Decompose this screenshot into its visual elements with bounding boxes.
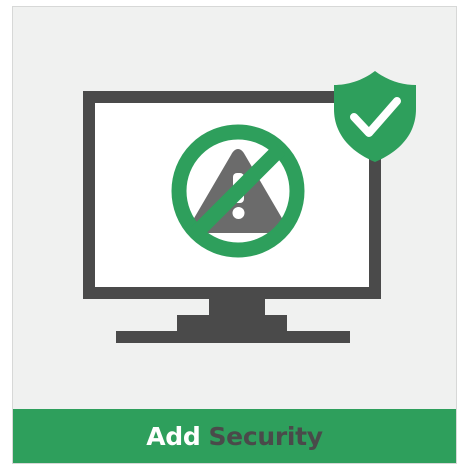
add-security-card[interactable]: Add Security bbox=[12, 6, 457, 464]
security-illustration bbox=[83, 71, 416, 343]
banner-word-security: Security bbox=[208, 421, 323, 451]
banner-word-add: Add bbox=[146, 421, 201, 451]
add-security-banner[interactable]: Add Security bbox=[13, 409, 456, 463]
